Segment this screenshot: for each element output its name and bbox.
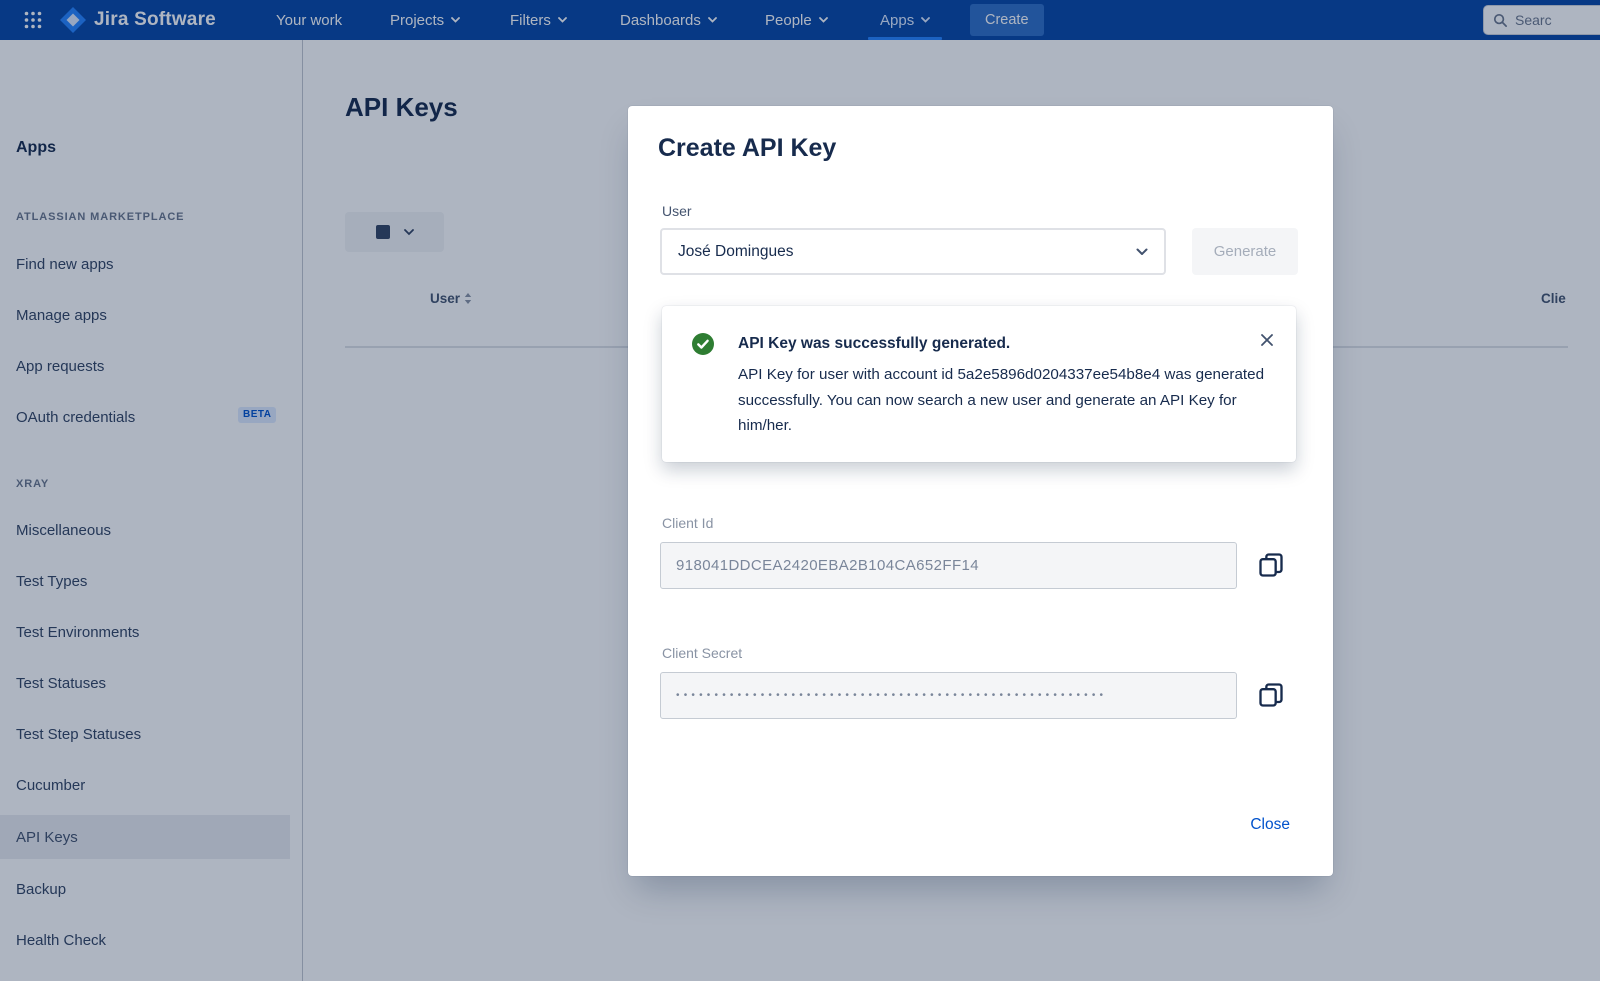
page: Jira Software Your work Projects Filters…	[0, 0, 1600, 981]
flag-description: API Key for user with account id 5a2e589…	[738, 362, 1283, 439]
success-flag: API Key was successfully generated. API …	[662, 306, 1296, 462]
close-button[interactable]: Close	[1250, 816, 1290, 834]
user-select-value: José Domingues	[678, 243, 793, 261]
client-secret-label: Client Secret	[662, 645, 742, 661]
modal-title: Create API Key	[658, 134, 836, 163]
user-field-label: User	[662, 203, 692, 219]
client-secret-masked-value: ••••••••••••••••••••••••••••••••••••••••…	[676, 690, 1107, 701]
client-id-value: 918041DDCEA2420EBA2B104CA652FF14	[676, 557, 979, 574]
client-secret-field[interactable]: ••••••••••••••••••••••••••••••••••••••••…	[660, 672, 1237, 719]
success-check-icon	[692, 333, 714, 355]
client-id-label: Client Id	[662, 515, 713, 531]
create-api-key-modal: Create API Key User José Domingues Gener…	[628, 106, 1333, 876]
client-id-field[interactable]: 918041DDCEA2420EBA2B104CA652FF14	[660, 542, 1237, 589]
user-select[interactable]: José Domingues	[660, 228, 1166, 275]
flag-title: API Key was successfully generated.	[738, 335, 1010, 353]
copy-client-id-icon[interactable]	[1257, 551, 1285, 579]
flag-close-icon[interactable]	[1260, 333, 1274, 347]
generate-button[interactable]: Generate	[1192, 228, 1298, 275]
chevron-down-icon	[1136, 248, 1148, 256]
copy-client-secret-icon[interactable]	[1257, 681, 1285, 709]
